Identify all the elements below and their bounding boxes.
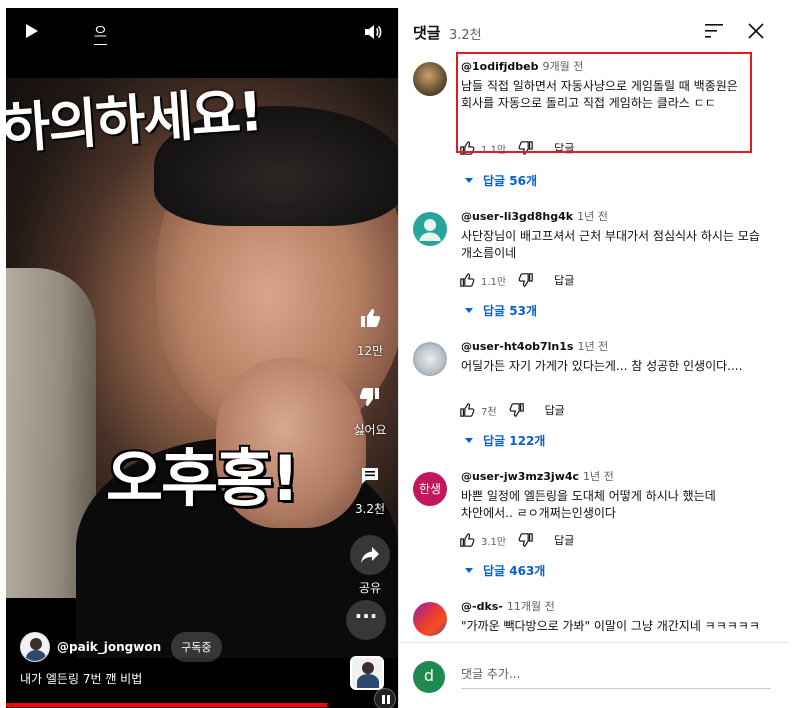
comment-meta: @-dks- 11개월 전 (461, 598, 555, 614)
comment-author[interactable]: @user-jw3mz3jw4c (461, 470, 579, 483)
comment-item: @user-ht4ob7ln1s 1년 전 어딜가든 자기 가게가 있다는게...… (399, 336, 789, 448)
comment-actions: 3.1만 답글 (459, 530, 574, 550)
comment-item: 한생 @user-jw3mz3jw4c 1년 전 바쁜 일정에 엘든링을 도대체 … (399, 466, 789, 578)
thumbs-up-icon (350, 298, 390, 338)
reply-button[interactable]: 답글 (554, 532, 574, 548)
thumbs-down-icon[interactable] (518, 532, 534, 548)
sort-icon[interactable] (705, 24, 723, 38)
video-player[interactable]: 하의하세요! 오후홍! 으 12만 싫어요 3.2천 공유 ··· @paik_… (6, 8, 398, 708)
view-replies-button[interactable]: 답글 53개 (465, 302, 537, 319)
captions-toggle[interactable]: 으 (94, 22, 107, 45)
comment-time[interactable]: 1년 전 (577, 210, 608, 223)
replies-count: 답글 56개 (483, 174, 537, 188)
sound-thumbnail[interactable] (350, 656, 384, 690)
thumbs-down-icon[interactable] (509, 402, 525, 418)
channel-name[interactable]: @paik_jongwon (57, 640, 161, 654)
action-rail: 12만 싫어요 3.2천 공유 (344, 298, 396, 614)
subscribe-button[interactable]: 구독중 (171, 632, 222, 662)
reply-button[interactable]: 답글 (545, 402, 565, 418)
video-title: 내가 엘든링 7번 깬 비법 (20, 672, 143, 686)
thumbs-up-icon[interactable] (459, 272, 475, 288)
comment-actions: 7천 답글 (459, 400, 565, 420)
commenter-avatar[interactable] (413, 342, 447, 376)
like-button[interactable]: 12만 (344, 298, 396, 359)
thumbs-up-icon[interactable] (459, 532, 475, 548)
replies-count: 답글 463개 (483, 564, 546, 578)
channel-avatar[interactable] (20, 632, 50, 662)
comment-actions: 1.1만 답글 (459, 270, 574, 290)
volume-icon[interactable] (364, 24, 382, 40)
reply-button[interactable]: 답글 (554, 272, 574, 288)
dislike-label: 싫어요 (353, 423, 387, 437)
comment-author[interactable]: @-dks- (461, 600, 503, 613)
comment-text: 사단장님이 배고프셔서 근처 부대가서 점심식사 하시는 모습 개소름이네 (461, 229, 760, 260)
comment-author[interactable]: @user-ht4ob7ln1s (461, 340, 573, 353)
add-comment-input[interactable]: 댓글 추가... (461, 665, 771, 689)
comment-like-count: 1.1만 (481, 276, 507, 288)
replies-count: 답글 122개 (483, 434, 546, 448)
replies-count: 답글 53개 (483, 304, 537, 318)
video-progress-bar[interactable] (6, 703, 327, 707)
comment-author[interactable]: @user-li3gd8hg4k (461, 210, 573, 223)
comment-time[interactable]: 1년 전 (583, 470, 614, 483)
more-options-button[interactable]: ··· (346, 600, 386, 640)
close-icon[interactable] (747, 22, 765, 40)
current-user-avatar[interactable]: d (413, 661, 445, 693)
commenter-avatar[interactable] (413, 602, 447, 636)
default-avatar-icon (419, 219, 441, 241)
comment-text: 바쁜 일정에 엘든링을 도대체 어떻게 하시나 했는데 차안에서.. ㄹㅇ개쩌는… (461, 489, 716, 520)
comment-icon (350, 456, 390, 496)
share-label: 공유 (358, 581, 382, 595)
chevron-down-icon (465, 438, 473, 443)
comment-meta: @user-jw3mz3jw4c 1년 전 (461, 468, 614, 484)
commenter-avatar[interactable]: 한생 (413, 472, 447, 506)
view-replies-button[interactable]: 답글 463개 (465, 562, 545, 579)
comment-item: @-dks- 11개월 전 "가까운 빽다방으로 가봐" 이말이 그냥 개간지네 … (399, 596, 789, 642)
video-top-controls: 으 (6, 8, 398, 52)
comment-text: 어딜가든 자기 가게가 있다는게... 참 성공한 인생이다.... (461, 359, 743, 373)
dislike-button[interactable]: 싫어요 (344, 377, 396, 438)
comments-count: 3.2천 (449, 28, 482, 43)
thumbs-down-icon (350, 377, 390, 417)
share-button[interactable]: 공유 (344, 535, 396, 596)
play-icon[interactable] (26, 24, 38, 38)
chevron-down-icon (465, 308, 473, 313)
comment-item: @user-li3gd8hg4k 1년 전 사단장님이 배고프셔서 근처 부대가서… (399, 206, 789, 318)
comment-meta: @user-ht4ob7ln1s 1년 전 (461, 338, 608, 354)
comments-button[interactable]: 3.2천 (344, 456, 396, 517)
share-icon (350, 535, 390, 575)
thumbs-up-icon[interactable] (459, 402, 475, 418)
comment-time[interactable]: 1년 전 (577, 340, 608, 353)
chevron-down-icon (465, 568, 473, 573)
like-count: 12만 (356, 344, 384, 358)
chevron-down-icon (465, 178, 473, 183)
comment-meta: @user-li3gd8hg4k 1년 전 (461, 208, 608, 224)
commenter-avatar[interactable] (413, 212, 447, 246)
view-replies-button[interactable]: 답글 122개 (465, 432, 545, 449)
video-overlay-text-big: 오후홍! (106, 442, 299, 515)
highlight-annotation (456, 52, 752, 153)
commenter-avatar[interactable] (413, 62, 447, 96)
comments-title: 댓글 (413, 24, 441, 42)
comment-text: "가까운 빽다방으로 가봐" 이말이 그냥 개간지네 ㅋㅋㅋㅋㅋ (461, 619, 760, 633)
pause-icon[interactable] (374, 688, 396, 708)
view-replies-button[interactable]: 답글 56개 (465, 172, 537, 189)
comment-time[interactable]: 11개월 전 (507, 600, 555, 613)
comments-header: 댓글 3.2천 (399, 8, 789, 52)
comment-like-count: 3.1만 (481, 536, 507, 548)
thumbs-down-icon[interactable] (518, 272, 534, 288)
channel-info: @paik_jongwon 구독중 (20, 632, 222, 662)
comment-count: 3.2천 (354, 502, 386, 516)
add-comment-bar: d 댓글 추가... (399, 642, 789, 708)
comment-like-count: 7천 (481, 406, 497, 418)
